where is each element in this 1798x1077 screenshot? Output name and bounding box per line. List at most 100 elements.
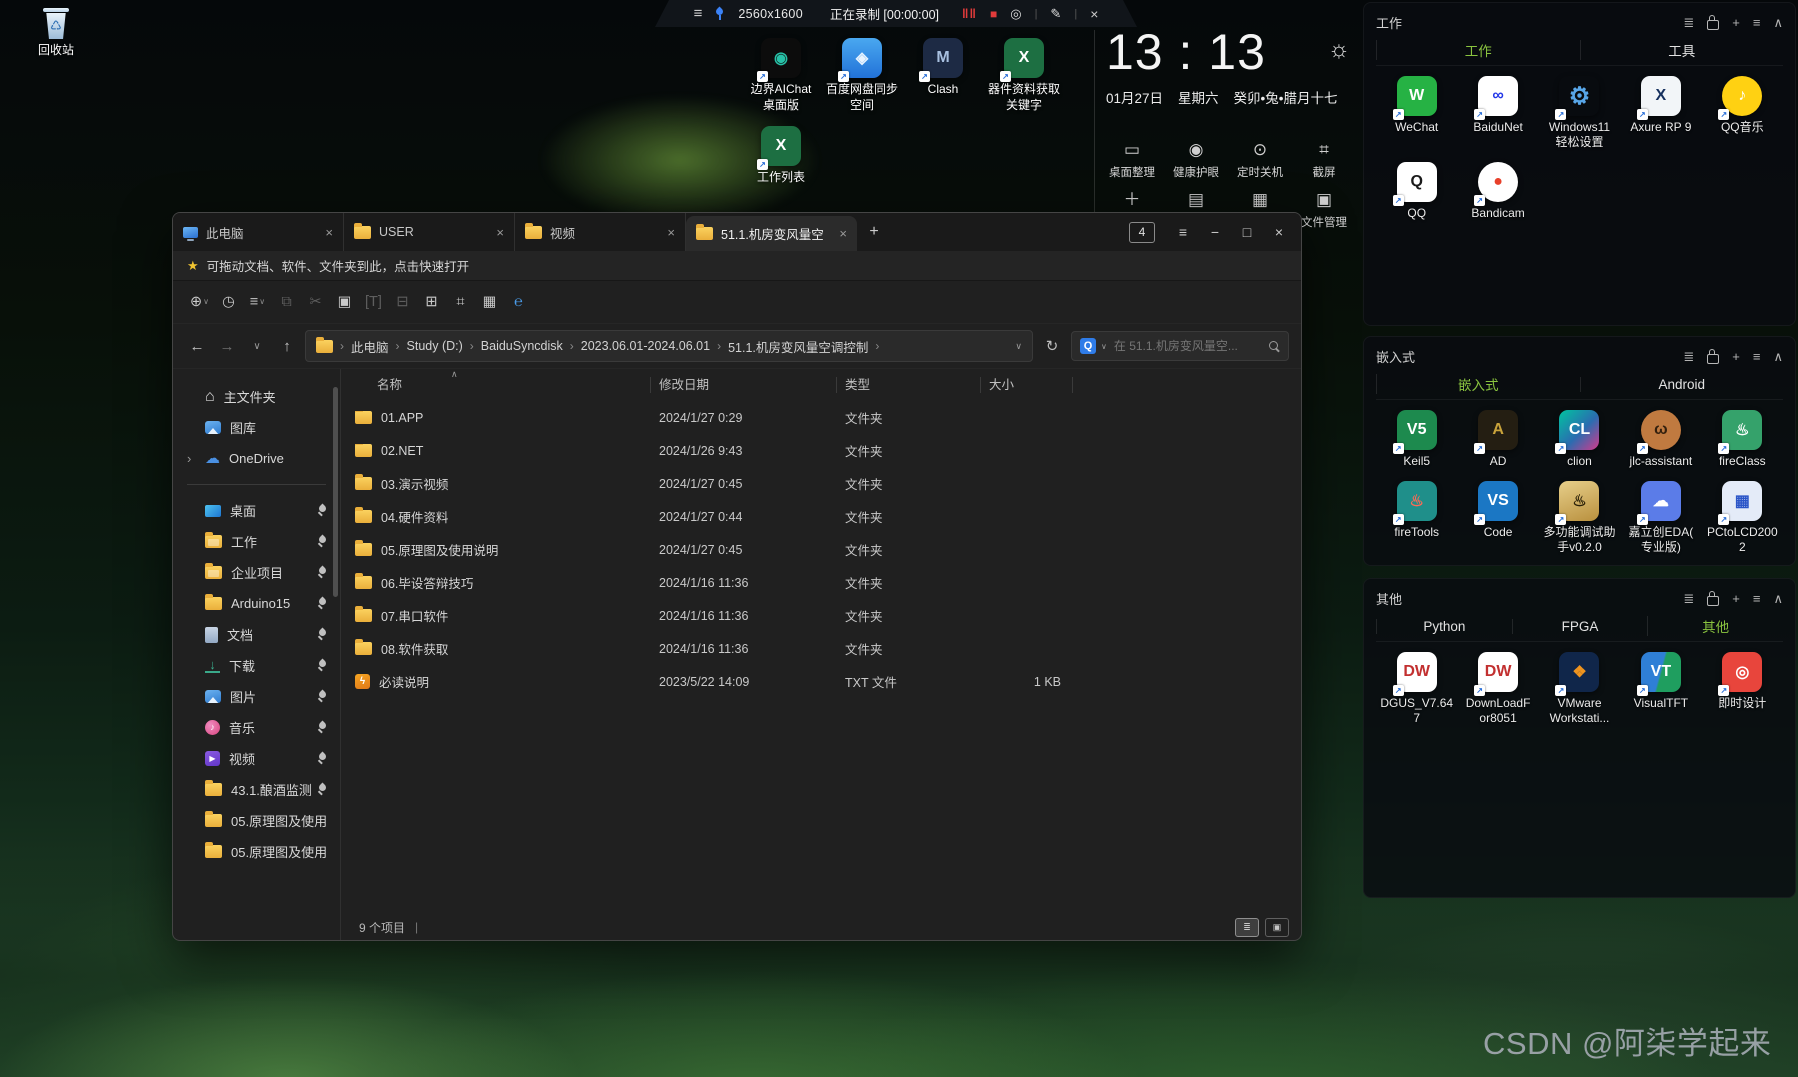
desktop-shortcut[interactable]: X ↗ 工作列表 bbox=[741, 126, 821, 186]
pin-icon[interactable] bbox=[317, 567, 328, 579]
panel-tab[interactable]: 其他 bbox=[1647, 616, 1783, 636]
app-shortcut[interactable]: ☁ ↗ 嘉立创EDA( 专业版) bbox=[1620, 481, 1701, 555]
refresh-icon[interactable]: ↻ bbox=[1039, 337, 1065, 355]
app-shortcut[interactable]: A ↗ AD bbox=[1457, 410, 1538, 469]
breadcrumb-segment[interactable]: BaiduSyncdisk bbox=[481, 339, 563, 353]
file-row[interactable]: 06.毕设答辩技巧 2024/1/16 11:36 文件夹 bbox=[347, 566, 1301, 599]
sidebar-item[interactable]: 工作 bbox=[173, 526, 340, 557]
add-icon[interactable]: + bbox=[1732, 16, 1740, 29]
pin-icon[interactable] bbox=[317, 722, 328, 734]
app-shortcut[interactable]: ♨ ↗ 多功能调试助 手v0.2.0 bbox=[1539, 481, 1620, 555]
sidebar-item[interactable]: 视频 bbox=[173, 743, 340, 774]
toolbar-button[interactable]: ⊟ bbox=[388, 294, 417, 310]
panel-tab[interactable]: FPGA bbox=[1511, 618, 1648, 634]
menu-icon[interactable]: ≡ bbox=[1753, 350, 1761, 363]
app-shortcut[interactable]: ▦ ↗ PCtoLCD200 2 bbox=[1702, 481, 1783, 555]
toolbar-button[interactable]: ≡∨ bbox=[243, 294, 272, 310]
close-icon[interactable]: × bbox=[1090, 6, 1098, 22]
app-shortcut[interactable]: ● ↗ Bandicam bbox=[1457, 162, 1538, 221]
toolbar-button[interactable]: ℮ bbox=[504, 294, 533, 310]
app-shortcut[interactable]: ❖ ↗ VMware Workstati... bbox=[1539, 652, 1620, 726]
pin-icon[interactable] bbox=[317, 598, 328, 610]
app-shortcut[interactable]: ♨ ↗ fireClass bbox=[1702, 410, 1783, 469]
app-shortcut[interactable]: VS ↗ Code bbox=[1457, 481, 1538, 555]
draw-icon[interactable]: ✎ bbox=[1050, 6, 1061, 22]
search-input[interactable] bbox=[1111, 338, 1264, 354]
sidebar-item[interactable]: 图库 bbox=[173, 412, 340, 443]
sidebar-item[interactable]: 43.1.酿酒监测 bbox=[173, 774, 340, 805]
widget-tool-button[interactable]: ⌗ 截屏 bbox=[1292, 138, 1356, 180]
file-row[interactable]: 04.硬件资料 2024/1/27 0:44 文件夹 bbox=[347, 500, 1301, 533]
app-shortcut[interactable]: ♪ ↗ QQ音乐 bbox=[1702, 76, 1783, 150]
tab-close-icon[interactable]: × bbox=[839, 226, 847, 241]
stop-icon[interactable]: ■ bbox=[990, 7, 997, 21]
app-shortcut[interactable]: ◎ ↗ 即时设计 bbox=[1702, 652, 1783, 726]
widget-tool-button[interactable]: ⊙ 定时关机 bbox=[1228, 138, 1292, 180]
collapse-icon[interactable]: ∧ bbox=[1773, 592, 1783, 605]
pin-icon[interactable] bbox=[317, 784, 328, 796]
column-header-size[interactable]: 大小 bbox=[981, 377, 1073, 393]
app-shortcut[interactable]: ∞ ↗ BaiduNet bbox=[1457, 76, 1538, 150]
file-row[interactable]: 01.APP 2024/1/27 0:29 文件夹 bbox=[347, 401, 1301, 434]
add-icon[interactable]: + bbox=[1732, 350, 1740, 363]
toolbar-button[interactable]: ▣ bbox=[330, 294, 359, 310]
app-shortcut[interactable]: W ↗ WeChat bbox=[1376, 76, 1457, 150]
column-header-date[interactable]: 修改日期 bbox=[651, 377, 837, 393]
sidebar-item[interactable]: 文档 bbox=[173, 619, 340, 650]
file-row[interactable]: 必读说明 2023/5/22 14:09 TXT 文件 1 KB bbox=[347, 665, 1301, 698]
sidebar-item[interactable]: 图片 bbox=[173, 681, 340, 712]
menu-icon[interactable]: ≡ bbox=[1753, 16, 1761, 29]
desktop-shortcut[interactable]: ◉ ↗ 边界AIChat 桌面版 bbox=[741, 38, 821, 113]
breadcrumb-segment[interactable]: 此电脑 bbox=[351, 337, 389, 356]
app-shortcut[interactable]: Q ↗ QQ bbox=[1376, 162, 1457, 221]
address-dropdown-icon[interactable]: ∨ bbox=[1015, 341, 1022, 352]
quick-launch-bar[interactable]: ★ 可拖动文档、软件、文件夹到此，点击快速打开 bbox=[173, 251, 1301, 281]
file-row[interactable]: 02.NET 2024/1/26 9:43 文件夹 bbox=[347, 434, 1301, 467]
recycle-bin[interactable]: ♺ 回收站 bbox=[24, 8, 88, 59]
up-button[interactable]: ↑ bbox=[275, 338, 299, 355]
column-header-type[interactable]: 类型 bbox=[837, 377, 981, 393]
app-shortcut[interactable]: X ↗ Axure RP 9 bbox=[1620, 76, 1701, 150]
toolbar-button[interactable]: ⌗ bbox=[446, 294, 475, 310]
toolbar-button[interactable]: ◷ bbox=[214, 294, 243, 310]
close-button[interactable]: × bbox=[1265, 224, 1293, 240]
pin-icon[interactable] bbox=[317, 660, 328, 672]
toolbar-button[interactable]: ✂ bbox=[301, 294, 330, 310]
app-shortcut[interactable]: DW ↗ DownLoadF or8051 bbox=[1457, 652, 1538, 726]
sidebar-item[interactable]: 05.原理图及使用 bbox=[173, 805, 340, 836]
pin-icon[interactable] bbox=[317, 753, 328, 765]
column-header-name[interactable]: 名称 bbox=[347, 377, 651, 393]
window-menu-icon[interactable]: ≡ bbox=[1169, 224, 1197, 240]
panel-tab[interactable]: 工作 bbox=[1376, 40, 1580, 60]
pin-icon[interactable] bbox=[317, 629, 328, 641]
lock-icon[interactable] bbox=[1707, 348, 1720, 364]
toolbar-button[interactable]: ⧉ bbox=[272, 294, 301, 310]
file-row[interactable]: 05.原理图及使用说明 2024/1/27 0:45 文件夹 bbox=[347, 533, 1301, 566]
sidebar-item[interactable]: 05.原理图及使用 bbox=[173, 836, 340, 867]
list-view-icon[interactable]: ≣ bbox=[1683, 592, 1694, 605]
pin-icon[interactable] bbox=[317, 536, 328, 548]
menu-icon[interactable]: ≡ bbox=[1753, 592, 1761, 605]
app-shortcut[interactable]: ♨ ↗ fireTools bbox=[1376, 481, 1457, 555]
sidebar-item[interactable]: 主文件夹 bbox=[173, 381, 340, 412]
search-box[interactable]: Q ∨ bbox=[1071, 331, 1289, 361]
list-view-icon[interactable]: ≣ bbox=[1683, 16, 1694, 29]
tab-counter[interactable]: 4 bbox=[1129, 221, 1155, 243]
screenshot-icon[interactable]: ◎ bbox=[1010, 6, 1021, 22]
toolbar-button[interactable]: ▦ bbox=[475, 294, 504, 310]
panel-tab[interactable]: Python bbox=[1376, 618, 1512, 634]
pause-icon[interactable]: ‖‖ bbox=[962, 6, 977, 21]
app-shortcut[interactable]: V5 ↗ Keil5 bbox=[1376, 410, 1457, 469]
collapse-icon[interactable]: ∧ bbox=[1773, 16, 1783, 29]
panel-tab[interactable]: 工具 bbox=[1579, 40, 1784, 60]
new-tab-button[interactable]: + bbox=[857, 213, 891, 251]
expand-chevron-icon[interactable]: › bbox=[187, 451, 191, 466]
sidebar-scrollbar[interactable] bbox=[333, 387, 338, 597]
search-engine-icon[interactable]: Q bbox=[1080, 338, 1096, 354]
file-row[interactable]: 08.软件获取 2024/1/16 11:36 文件夹 bbox=[347, 632, 1301, 665]
sidebar-item[interactable]: 下载 bbox=[173, 650, 340, 681]
sidebar-item[interactable]: 桌面 bbox=[173, 495, 340, 526]
explorer-tab[interactable]: 视频 × bbox=[515, 213, 686, 251]
explorer-tab[interactable]: USER × bbox=[344, 213, 515, 251]
search-dropdown-icon[interactable]: ∨ bbox=[1101, 342, 1107, 351]
